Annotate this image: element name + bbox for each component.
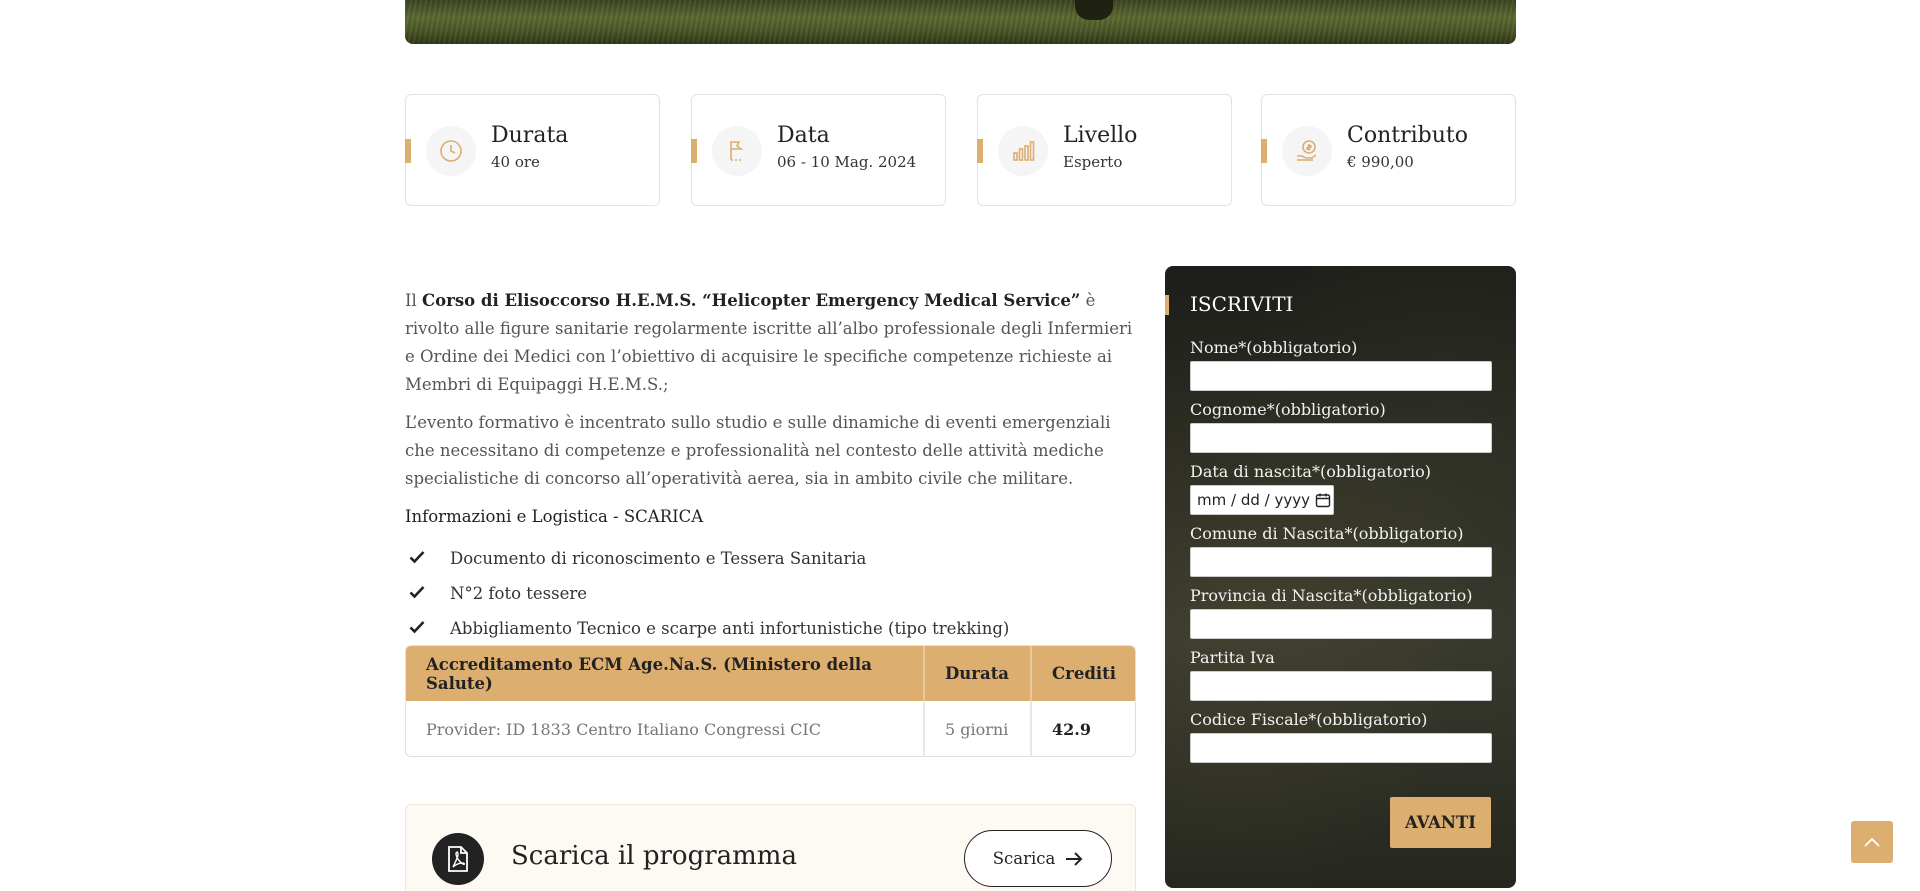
header-durata: Durata [925,646,1032,701]
comune-input[interactable] [1190,547,1492,577]
header-accreditamento: Accreditamento ECM Age.Na.S. (Ministero … [406,646,925,701]
clock-icon [426,126,476,176]
course-name: Corso di Elisoccorso H.E.M.S. “Helicopte… [422,291,1081,310]
nome-input[interactable] [1190,361,1492,391]
field-label-comune: Comune di Nascita*(obbligatorio) [1190,524,1464,543]
coin-hand-icon [1282,126,1332,176]
cell-provider: Provider: ID 1833 Centro Italiano Congre… [406,701,925,756]
stat-accent-bar [405,139,411,163]
arrow-right-icon [1066,851,1083,866]
flag-icon [712,126,762,176]
pdf-icon [432,833,484,885]
cell-crediti: 42.9 [1052,719,1091,739]
cognome-input[interactable] [1190,423,1492,453]
download-button-label: Scarica [992,849,1056,868]
chevron-up-icon [1864,837,1880,847]
form-title: ISCRIVITI [1190,292,1294,316]
stat-accent-bar [691,139,697,163]
header-crediti: Crediti [1052,664,1117,683]
avanti-button[interactable]: AVANTI [1390,797,1491,848]
description-paragraph: L’evento formativo è incentrato sullo st… [405,413,1111,488]
form-accent-bar [1165,295,1169,315]
table-row: Provider: ID 1833 Centro Italiano Congre… [406,701,1135,756]
date-placeholder: mm / dd / yyyy [1197,491,1310,509]
stat-accent-bar [977,139,983,163]
hero-figure [1075,0,1113,20]
check-icon [405,549,450,568]
stat-title: Durata [491,123,569,148]
codice-fiscale-input[interactable] [1190,733,1492,763]
field-label-partita-iva: Partita Iva [1190,648,1275,667]
scroll-to-top-button[interactable] [1851,821,1893,863]
ecm-table: Accreditamento ECM Age.Na.S. (Ministero … [405,645,1136,757]
stat-accent-bar [1261,139,1267,163]
download-button[interactable]: Scarica [964,830,1112,887]
hero-image [405,0,1516,44]
registration-form: ISCRIVITI Nome*(obbligatorio) Cognome*(o… [1165,266,1516,888]
download-program-box: Scarica il programma Scarica [405,804,1136,891]
partita-iva-input[interactable] [1190,671,1492,701]
field-label-codice-fiscale: Codice Fiscale*(obbligatorio) [1190,710,1428,729]
requirements-list: Documento di riconoscimento e Tessera Sa… [405,541,1135,646]
birthdate-input[interactable]: mm / dd / yyyy [1190,485,1334,515]
cell-durata: 5 giorni [925,701,1032,756]
field-label-cognome: Cognome*(obbligatorio) [1190,400,1386,419]
stat-value: 40 ore [491,153,540,171]
list-item-text: N°2 foto tessere [450,584,588,603]
field-label-nome: Nome*(obbligatorio) [1190,338,1358,357]
stat-title: Data [777,123,830,148]
stat-card-contributo: Contributo € 990,00 [1261,94,1516,206]
calendar-icon[interactable] [1315,492,1331,508]
list-item: Documento di riconoscimento e Tessera Sa… [405,541,1135,576]
check-icon [405,584,450,603]
stat-card-data: Data 06 - 10 Mag. 2024 [691,94,946,206]
description-paragraph: Il Corso di Elisoccorso H.E.M.S. “Helico… [405,287,1135,399]
stat-value: 06 - 10 Mag. 2024 [777,153,917,171]
list-item: N°2 foto tessere [405,576,1135,611]
list-item-text: Abbigliamento Tecnico e scarpe anti info… [450,619,1010,638]
stat-value: € 990,00 [1347,153,1414,171]
list-item: Abbigliamento Tecnico e scarpe anti info… [405,611,1135,646]
course-stats: Durata 40 ore Data 06 - 10 Mag. 2024 Liv… [405,94,1516,206]
stat-card-durata: Durata 40 ore [405,94,660,206]
stat-value: Esperto [1063,153,1123,171]
info-logistics-link[interactable]: Informazioni e Logistica - SCARICA [405,507,703,526]
download-label: Scarica il programma [511,841,797,871]
field-label-data-nascita: Data di nascita*(obbligatorio) [1190,462,1432,481]
check-icon [405,619,450,638]
level-bars-icon [998,126,1048,176]
provincia-input[interactable] [1190,609,1492,639]
desc-prefix: Il [405,291,423,310]
stat-title: Contributo [1347,123,1468,148]
course-description: Il Corso di Elisoccorso H.E.M.S. “Helico… [405,287,1135,503]
table-header: Accreditamento ECM Age.Na.S. (Ministero … [406,646,1135,701]
stat-title: Livello [1063,123,1138,148]
field-label-provincia: Provincia di Nascita*(obbligatorio) [1190,586,1473,605]
list-item-text: Documento di riconoscimento e Tessera Sa… [450,549,867,568]
stat-card-livello: Livello Esperto [977,94,1232,206]
